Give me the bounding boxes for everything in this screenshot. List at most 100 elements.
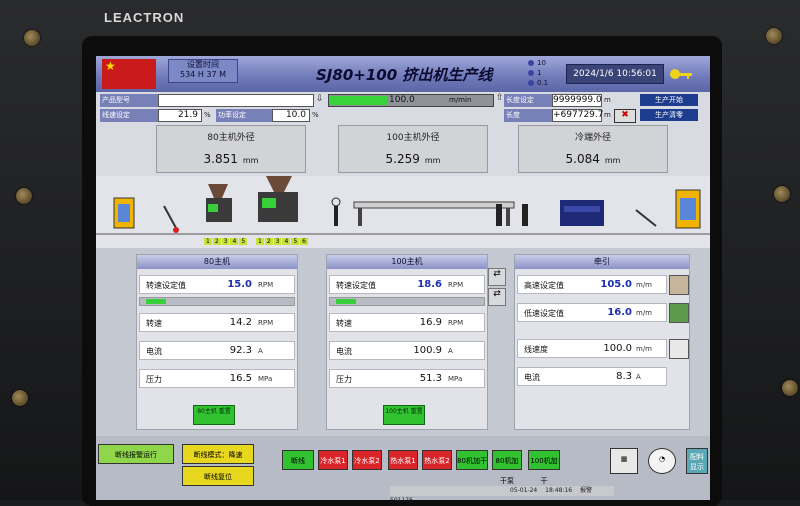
datetime-display: 2024/1/6 10:56:01 <box>566 64 664 84</box>
step-radio-0-1[interactable]: 0.1 <box>528 79 548 87</box>
setpoint-input[interactable]: 15.0 <box>227 279 252 290</box>
length-setting-field[interactable]: 9999999.0 <box>552 94 602 107</box>
reset-x-icon[interactable]: ✖ <box>614 109 636 123</box>
extruder-80-icon[interactable] <box>206 184 232 222</box>
screw-icon <box>782 380 798 396</box>
dryer-100-button[interactable]: 100机加干 <box>528 450 560 485</box>
product-label: 产品型号 <box>100 94 158 107</box>
diameter-label: 冷端外径 <box>574 133 611 143</box>
row-value: 100.9 <box>413 345 442 356</box>
setpoint-input[interactable]: 18.6 <box>417 279 442 290</box>
row-value: 16.5 <box>229 373 252 384</box>
diameter-unit: mm <box>242 156 259 165</box>
arrow-down-icon[interactable]: ⇩ <box>316 94 324 104</box>
cold-pump-2-button[interactable]: 冷水泵2 <box>352 450 382 470</box>
zone-indicator: 4 <box>230 238 239 245</box>
arrow-up-icon[interactable]: ⇧ <box>496 93 504 103</box>
reset-100-button[interactable]: 100主机 重置 <box>383 405 425 425</box>
take-up-machine-icon[interactable] <box>675 189 701 229</box>
row-unit: RPM <box>448 281 464 289</box>
row-value: 51.3 <box>419 373 442 384</box>
extruder-100-icon[interactable] <box>258 176 298 222</box>
production-start-button[interactable]: 生产开始 <box>640 94 698 106</box>
haul-off-icon[interactable] <box>560 200 604 226</box>
line-speed-value: 100.0 <box>389 95 415 105</box>
status-date: 05-01-24 <box>510 487 538 494</box>
status-bar: 05-01-24 18:48:16 报警 501176 <box>390 486 614 504</box>
setpoint-row[interactable]: 转速设定值 15.0 RPM <box>139 275 295 294</box>
diameter-cold-end: 冷端外径 5.084 mm <box>518 125 668 173</box>
speed-bar <box>139 297 295 306</box>
production-line-graphic <box>96 176 710 235</box>
row-unit: MPa <box>258 375 273 383</box>
hot-pump-2-button[interactable]: 热水泵2 <box>422 450 452 470</box>
row-label: 转速设定值 <box>146 281 186 290</box>
diameter-100: 100主机外径 5.259 mm <box>338 125 488 173</box>
page-title: SJ80+100 挤出机生产线 <box>316 66 493 84</box>
step-radio-label: 10 <box>537 59 546 67</box>
length-setting-unit: m <box>604 96 611 104</box>
low-speed-input[interactable]: 16.0 <box>607 307 632 318</box>
dryer-pump-80-button[interactable]: 80机加干泵 <box>492 450 522 485</box>
flag-icon: ★ <box>102 59 156 89</box>
screw-icon <box>16 188 32 204</box>
line-speed-row: 线速度 100.0 m/m <box>517 339 667 358</box>
pressure-row: 压力 51.3 MPa <box>329 369 485 388</box>
row-label: 线速度 <box>524 345 548 354</box>
dryer-80-button[interactable]: 80机加干 <box>456 450 488 470</box>
step-radio-label: 0.1 <box>537 79 549 87</box>
speedometer-icon[interactable] <box>669 339 689 359</box>
speed-setting-field[interactable]: 21.9 <box>158 109 202 122</box>
step-radio-10[interactable]: 10 <box>528 59 546 67</box>
row-label: 电流 <box>336 347 352 356</box>
runtime-label: 设置时间 <box>187 60 219 69</box>
cooling-trough-icon <box>353 201 515 226</box>
row-label: 低速设定值 <box>524 309 564 318</box>
cold-pump-1-button[interactable]: 冷水泵1 <box>318 450 348 470</box>
production-clear-button[interactable]: 生产清零 <box>640 109 698 121</box>
row-value: 8.3 <box>616 371 632 382</box>
break-reset-button[interactable]: 断线复位 <box>182 466 254 486</box>
key-icon[interactable] <box>670 68 692 80</box>
transfer-right-icon[interactable]: ⇄ <box>488 268 506 286</box>
step-radio-1[interactable]: 1 <box>528 69 541 77</box>
row-label: 电流 <box>524 373 540 382</box>
row-unit: A <box>448 347 453 355</box>
high-speed-input[interactable]: 105.0 <box>600 279 632 290</box>
tension-arm-icon[interactable] <box>163 205 179 233</box>
panel-title: 80主机 <box>137 255 297 269</box>
low-speed-row[interactable]: 低速设定值 16.0 m/m <box>517 303 667 322</box>
gauge-icon[interactable]: ◔ <box>648 448 676 474</box>
hot-pump-1-button[interactable]: 热水泵1 <box>388 450 418 470</box>
brand-logo: LEACTRON <box>104 10 185 25</box>
current-row: 电流 92.3 A <box>139 341 295 360</box>
rabbit-icon[interactable] <box>669 275 689 295</box>
line-speed-unit: m/min <box>449 96 472 104</box>
runtime-counter[interactable]: 设置时间 534 H 37 M <box>168 59 238 83</box>
setpoint-row[interactable]: 转速设定值 18.6 RPM <box>329 275 485 294</box>
speed-row: 转速 14.2 RPM <box>139 313 295 332</box>
recipe-display-button[interactable]: 配料显示 <box>686 448 708 474</box>
speed-row: 转速 16.9 RPM <box>329 313 485 332</box>
high-speed-row[interactable]: 高速设定值 105.0 m/m <box>517 275 667 294</box>
turtle-icon[interactable] <box>669 303 689 323</box>
tension-arm-icon[interactable] <box>635 209 657 227</box>
break-button[interactable]: 断线 <box>282 450 314 470</box>
break-mode-button[interactable]: 断线模式：降速 <box>182 444 254 464</box>
step-radio-label: 1 <box>537 69 542 77</box>
recipe-icon[interactable]: ▦ <box>610 448 638 474</box>
zone-indicator: 1 <box>204 238 212 245</box>
diameter-label: 100主机外径 <box>386 133 440 143</box>
power-setting-field[interactable]: 10.0 <box>272 109 310 122</box>
speed-setting-label: 线速设定 <box>100 109 158 122</box>
diameter-gauge-icon[interactable] <box>331 197 341 226</box>
reset-80-button[interactable]: 80主机 重置 <box>193 405 235 425</box>
transfer-left-icon[interactable]: ⇄ <box>488 288 506 306</box>
payoff-machine-icon[interactable] <box>113 197 135 229</box>
diameter-80: 80主机外径 3.851 mm <box>156 125 306 173</box>
row-unit: A <box>636 373 641 381</box>
product-input[interactable] <box>158 94 314 107</box>
runtime-value: 534 H 37 M <box>180 70 226 79</box>
status-time: 18:48:16 <box>545 487 573 494</box>
break-alarm-button[interactable]: 断线报警运行 <box>98 444 174 464</box>
